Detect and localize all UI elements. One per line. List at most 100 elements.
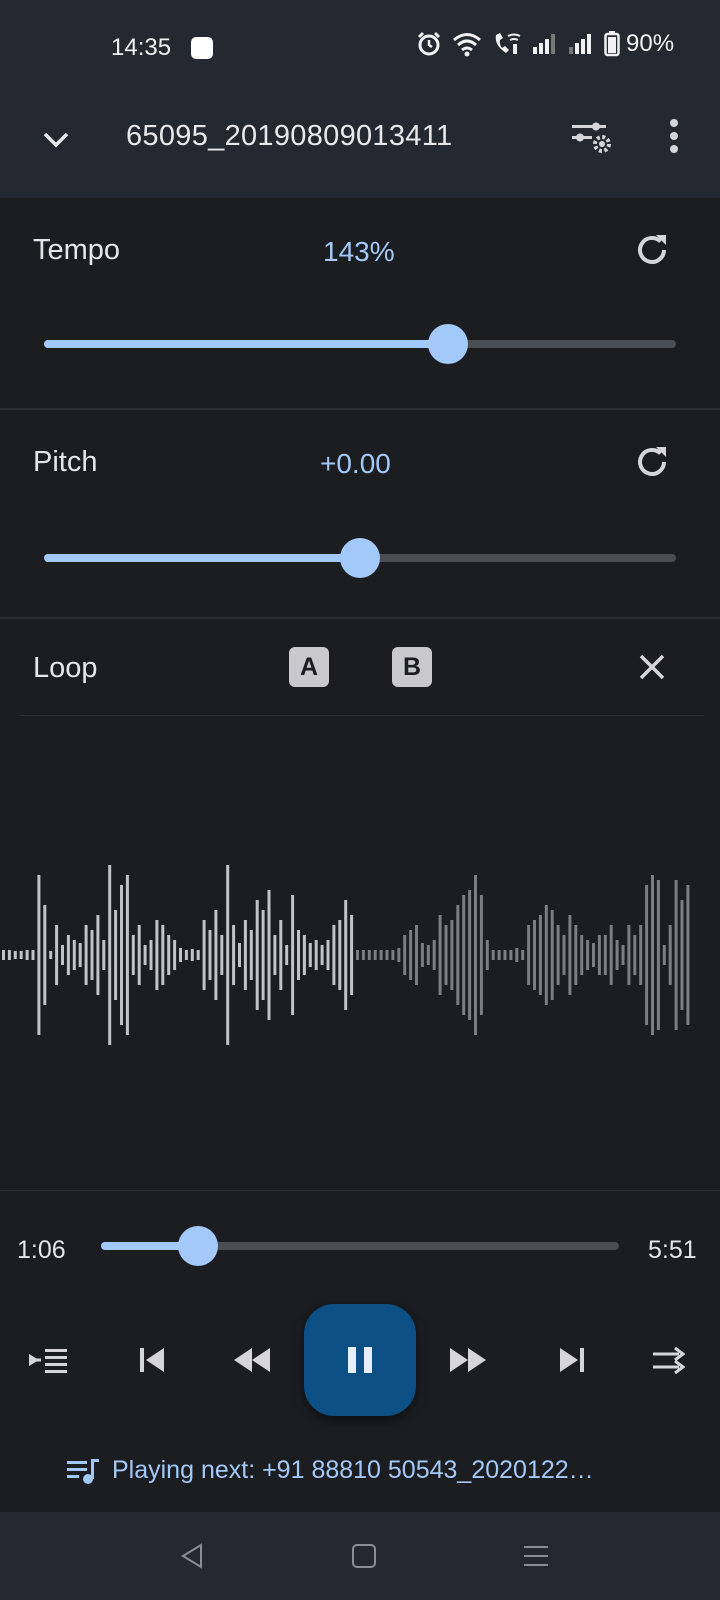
waveform-bar: [143, 945, 147, 965]
waveform-bar: [538, 915, 542, 995]
waveform-bar: [597, 935, 601, 975]
tempo-section: Tempo 143%: [0, 198, 720, 408]
waveform-bar: [61, 945, 64, 965]
pitch-reset-button[interactable]: [628, 438, 676, 486]
pitch-label: Pitch: [33, 446, 98, 478]
pitch-slider-thumb[interactable]: [340, 538, 380, 578]
waveform-bar: [603, 935, 607, 975]
loop-clear-button[interactable]: [628, 643, 676, 691]
waveform-bar: [497, 950, 501, 960]
waveform-bar: [338, 920, 342, 990]
waveform-bar: [379, 950, 383, 960]
chevron-down-icon: [43, 132, 69, 148]
waveform-bar: [385, 950, 389, 960]
waveform-bar: [639, 925, 643, 985]
waveform-bar: [297, 930, 300, 980]
fast-forward-button[interactable]: [442, 1336, 494, 1384]
waveform-bar: [184, 950, 188, 960]
waveform-bar: [131, 935, 135, 975]
playing-next[interactable]: Playing next: +91 88810 50543_2020122…: [66, 1456, 594, 1485]
waveform-bar: [255, 900, 259, 1010]
waveform-bar: [527, 925, 531, 985]
waveform-bar: [96, 915, 100, 995]
waveform-bar: [468, 890, 472, 1020]
rewind-button[interactable]: [226, 1336, 278, 1384]
waveform-bar: [43, 905, 47, 1005]
loop-section: Loop A B: [0, 619, 720, 715]
waveform-bar: [173, 940, 177, 970]
waveform-bar: [450, 920, 454, 990]
menu-lines-icon: [524, 1546, 548, 1566]
tempo-slider-thumb[interactable]: [428, 324, 469, 364]
equalizer-settings-button[interactable]: [566, 110, 618, 162]
waveform-bar: [49, 951, 53, 959]
waveform[interactable]: [0, 835, 720, 1075]
collapse-button[interactable]: [30, 114, 82, 166]
waveform-bar: [356, 950, 359, 960]
waveform-bar: [291, 895, 295, 1015]
waveform-bar: [332, 925, 336, 985]
waveform-bar: [397, 948, 401, 962]
seek-slider[interactable]: [101, 1226, 619, 1266]
waveform-bar: [31, 950, 35, 960]
previous-track-button[interactable]: [128, 1336, 176, 1384]
waveform-bar: [621, 945, 625, 965]
waveform-bar: [243, 920, 247, 990]
waveform-bar: [680, 900, 684, 1010]
waveform-bar: [509, 950, 513, 960]
fast-forward-icon: [450, 1348, 486, 1372]
loop-a-button[interactable]: A: [289, 647, 329, 687]
next-track-button[interactable]: [548, 1336, 596, 1384]
tempo-value: 143%: [323, 236, 395, 267]
waveform-bar: [574, 925, 578, 985]
loop-b-button[interactable]: B: [392, 647, 432, 687]
repeat-mode-button[interactable]: [644, 1336, 692, 1384]
track-title: 65095_20190809013411: [126, 120, 453, 152]
waveform-bar: [533, 920, 536, 990]
battery-percent: 90%: [626, 30, 675, 57]
waveform-bar: [238, 943, 241, 967]
waveform-bar: [426, 945, 430, 965]
waveform-bar: [485, 940, 489, 970]
waveform-bar: [279, 920, 283, 990]
nav-recents-button[interactable]: [512, 1532, 560, 1580]
refresh-icon: [638, 447, 666, 476]
waveform-bar: [633, 935, 637, 975]
waveform-bar: [25, 950, 29, 960]
seek-slider-thumb[interactable]: [178, 1226, 219, 1266]
pause-icon: [348, 1347, 372, 1373]
waveform-bar: [167, 935, 171, 975]
tempo-slider[interactable]: [44, 324, 676, 364]
waveform-bar: [232, 925, 236, 985]
wifi-icon: [453, 33, 481, 57]
waveform-bar: [302, 935, 306, 975]
tempo-label: Tempo: [33, 234, 121, 266]
waveform-bar: [155, 920, 159, 990]
waveform-bar: [391, 950, 395, 960]
status-time: 14:35: [111, 34, 172, 61]
nav-home-button[interactable]: [340, 1532, 388, 1580]
waveform-bar: [196, 950, 200, 960]
waveform-bar: [261, 910, 265, 1000]
waveform-bar: [562, 935, 566, 975]
waveform-bar: [444, 925, 448, 985]
queue-button[interactable]: [24, 1336, 72, 1384]
waveform-bar: [645, 885, 649, 1025]
waveform-bar: [686, 885, 690, 1025]
nav-back-button[interactable]: [168, 1532, 216, 1580]
pitch-value: +0.00: [320, 448, 391, 479]
waveform-bar: [285, 945, 289, 965]
waveform-bar: [662, 945, 666, 965]
pitch-slider[interactable]: [44, 538, 676, 578]
tempo-reset-button[interactable]: [628, 226, 676, 274]
waveform-bar: [515, 948, 519, 962]
waveform-bar: [550, 910, 554, 1000]
divider: [0, 1190, 720, 1191]
waveform-bar: [592, 943, 595, 967]
skip-next-icon: [560, 1348, 584, 1372]
more-options-button[interactable]: [648, 110, 700, 162]
waveform-bar: [179, 948, 182, 962]
waveform-bar: [37, 875, 41, 1035]
pause-button[interactable]: [304, 1304, 416, 1416]
pitch-slider-fill: [44, 554, 360, 562]
